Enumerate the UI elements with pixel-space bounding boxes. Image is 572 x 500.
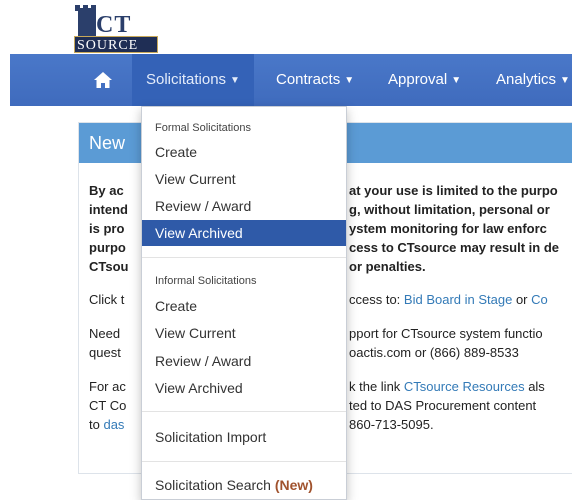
panel-line: to das 860-713-5095. — [89, 415, 434, 435]
menu-item-informal-create[interactable]: Create — [142, 293, 346, 319]
panel-line-left: quest — [89, 345, 121, 360]
menu-item-solicitation-search[interactable]: Solicitation Search (New) — [142, 472, 346, 498]
panel-text: or — [512, 292, 532, 307]
panel-line: For ac k the link CTsource Resources als — [89, 377, 545, 397]
menu-item-solicitation-import[interactable]: Solicitation Import — [142, 424, 346, 450]
menu-divider — [142, 411, 346, 412]
panel-line: intend g, without limitation, personal o… — [89, 200, 550, 220]
home-icon — [94, 72, 112, 88]
panel-line-left: to — [89, 417, 104, 432]
panel-line-right: cess to CTsource may result in de — [349, 240, 559, 255]
menu-item-informal-view-archived[interactable]: View Archived — [142, 375, 346, 401]
caret-down-icon: ▼ — [230, 75, 240, 86]
panel-line-right: pport for CTsource system functio — [349, 326, 543, 341]
panel-line-right: oactis.com or (866) 889-8533 — [349, 345, 519, 360]
logo-tower-graphic — [75, 5, 99, 38]
panel-line-left: intend — [89, 202, 128, 217]
caret-down-icon: ▼ — [451, 75, 462, 86]
panel-text: als — [524, 379, 545, 394]
nav-solicitations[interactable]: Solicitations ▼ — [132, 54, 254, 106]
panel-line-left: is pro — [89, 221, 125, 236]
panel-line-left: purpo — [89, 240, 126, 255]
menu-item-formal-create[interactable]: Create — [142, 139, 346, 165]
nav-approval[interactable]: Approval ▼ — [374, 54, 475, 106]
panel-line-right: g, without limitation, personal or — [349, 202, 550, 217]
panel-line-right: at your use is limited to the purpo — [349, 183, 558, 198]
nav-solicitations-label: Solicitations — [146, 71, 227, 88]
panel-line-right: k the link CTsource Resources als — [349, 377, 545, 397]
new-badge: (New) — [274, 477, 313, 493]
main-navbar: Solicitations ▼ Contracts ▼ Approval ▼ Anal… — [10, 54, 572, 106]
caret-down-icon: ▼ — [344, 75, 355, 86]
menu-item-formal-view-current[interactable]: View Current — [142, 166, 346, 192]
ctsource-logo[interactable]: CT SOURCE — [74, 5, 160, 53]
panel-line-left: Need — [89, 326, 121, 341]
logo-ct-text: CT — [96, 12, 132, 38]
formal-solicitations-header: Formal Solicitations — [155, 122, 251, 134]
logo-source-text: SOURCE — [74, 36, 158, 53]
menu-item-informal-review-award[interactable]: Review / Award — [142, 348, 346, 374]
panel-text: ccess to: — [349, 292, 404, 307]
panel-line: Need pport for CTsource system functio — [89, 324, 543, 344]
panel-line: quest oactis.com or (866) 889-8533 — [89, 343, 519, 363]
das-email-link[interactable]: das — [103, 417, 124, 432]
co-link[interactable]: Co — [531, 292, 548, 307]
panel-text: k the link — [349, 379, 404, 394]
panel-line-right: ted to DAS Procurement content — [349, 398, 537, 413]
informal-solicitations-header: Informal Solicitations — [155, 275, 257, 287]
nav-contracts-label: Contracts — [276, 71, 341, 88]
panel-line-right: or penalties. — [349, 259, 426, 274]
panel-line: purpo cess to CTsource may result in de — [89, 238, 559, 258]
caret-down-icon: ▼ — [560, 75, 570, 86]
menu-item-formal-view-archived[interactable]: View Archived — [142, 220, 346, 246]
panel-line: By ac at your use is limited to the purp… — [89, 181, 558, 201]
solicitation-search-label: Solicitation Search — [155, 477, 271, 493]
nav-home-button[interactable] — [80, 54, 126, 106]
menu-item-informal-view-current[interactable]: View Current — [142, 320, 346, 346]
panel-line-left: Click t — [89, 292, 125, 307]
panel-line: CTsou or penalties. — [89, 257, 426, 277]
nav-approval-label: Approval — [388, 71, 448, 88]
ctsource-resources-link[interactable]: CTsource Resources — [404, 379, 525, 394]
panel-line-left: CT Co — [89, 398, 127, 413]
nav-analytics[interactable]: Analytics ▼ — [482, 54, 572, 106]
solicitations-dropdown-menu: Formal Solicitations Create View Current… — [141, 106, 347, 500]
menu-item-formal-review-award[interactable]: Review / Award — [142, 193, 346, 219]
panel-line-right: 860-713-5095. — [349, 417, 434, 432]
panel-line: Click t ccess to: Bid Board in Stage or … — [89, 290, 548, 310]
menu-divider — [142, 461, 346, 462]
panel-line-right: ccess to: Bid Board in Stage or Co — [349, 290, 548, 310]
panel-line-right: ystem monitoring for law enforc — [349, 221, 547, 236]
panel-line-left: By ac — [89, 183, 124, 198]
bid-board-link[interactable]: Bid Board in Stage — [404, 292, 512, 307]
panel-line-left: CTsou — [89, 259, 129, 274]
panel-line: is pro ystem monitoring for law enforc — [89, 219, 547, 239]
nav-contracts[interactable]: Contracts ▼ — [262, 54, 368, 106]
menu-divider — [142, 257, 346, 258]
panel-line: CT Co ted to DAS Procurement content — [89, 396, 536, 416]
nav-analytics-label: Analytics — [496, 71, 557, 88]
panel-line-left: For ac — [89, 379, 126, 394]
